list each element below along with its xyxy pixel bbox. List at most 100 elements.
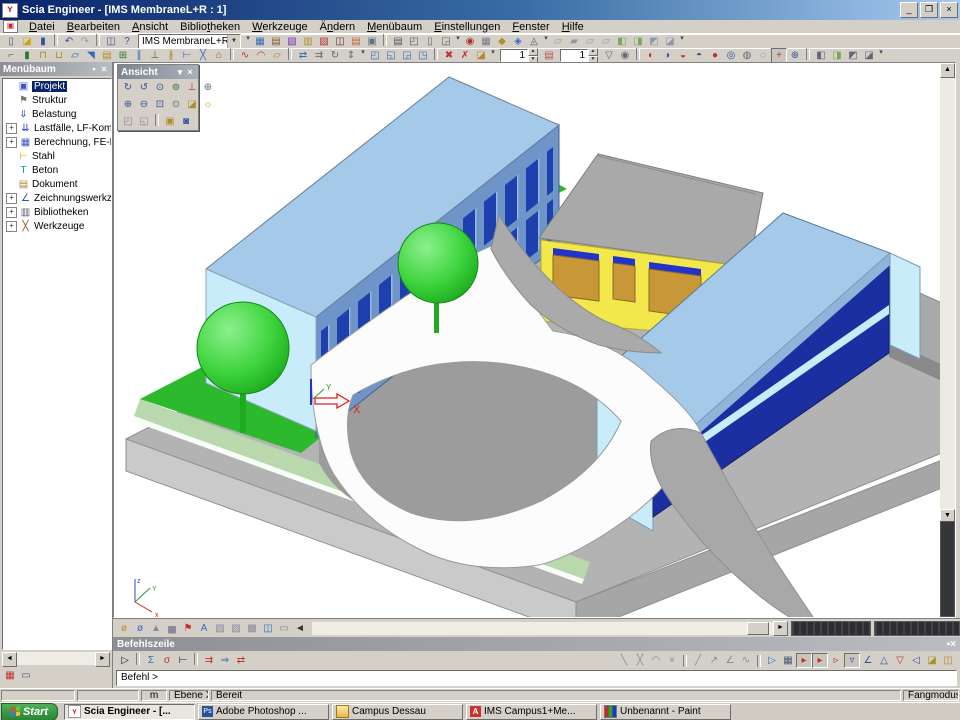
snap-perpendicular-icon[interactable]: ▽: [892, 653, 908, 668]
right-building-end-glass[interactable]: [890, 253, 920, 359]
fast-adjust-2-icon[interactable]: ø: [132, 621, 148, 636]
snap-mid-icon[interactable]: ╱: [690, 653, 706, 668]
select-cursor-icon[interactable]: ▷: [117, 653, 133, 668]
rotate-view-icon[interactable]: ↻: [120, 80, 136, 95]
view-manager-icon[interactable]: ◩: [845, 48, 861, 63]
expand-icon[interactable]: +: [6, 193, 17, 204]
close-panel-icon[interactable]: ×: [99, 64, 109, 74]
close-palette-icon[interactable]: ×: [185, 67, 195, 77]
minimize-button[interactable]: _: [900, 2, 918, 18]
command-input[interactable]: Befehl >: [116, 670, 957, 686]
scroll-up-icon[interactable]: ▲: [940, 63, 955, 78]
collapse-toolbar-icon[interactable]: ◄: [292, 621, 308, 636]
snap-endpoint-icon[interactable]: ▸: [796, 653, 812, 668]
close-panel-icon[interactable]: ×: [950, 639, 956, 650]
document-window-icon[interactable]: ▣: [3, 20, 18, 33]
snap-end-icon[interactable]: ↗: [706, 653, 722, 668]
opening-icon[interactable]: ⊞: [115, 48, 131, 63]
surface-mode-icon[interactable]: ▨: [228, 621, 244, 636]
taskbar-button-paint[interactable]: Unbenannt - Paint: [600, 704, 731, 720]
snap-save-icon[interactable]: ◫: [940, 653, 956, 668]
walk-mode-icon[interactable]: ⊥: [184, 80, 200, 95]
scroll-right-icon[interactable]: ►: [95, 652, 110, 667]
shrink-members-icon[interactable]: ▭: [276, 621, 292, 636]
menu-fenster[interactable]: Fenster: [506, 20, 555, 34]
restore-button[interactable]: ❐: [920, 2, 938, 18]
tree-item-beton[interactable]: TBeton: [3, 163, 111, 177]
graphics-viewport[interactable]: Y X z Y x ▲ ▼: [113, 62, 956, 618]
snap-curve-icon[interactable]: ∿: [738, 653, 754, 668]
menu-einstellungen[interactable]: Einstellungen: [428, 20, 506, 34]
taskbar-button-scia[interactable]: ʏScia Engineer - [...: [64, 704, 195, 720]
explode-icon[interactable]: ◱: [383, 48, 399, 63]
flag-icon[interactable]: ⚑: [180, 621, 196, 636]
tree-item-bibliotheken[interactable]: +▥Bibliotheken: [3, 205, 111, 219]
tree-item-lastf-lle-lf-kombination[interactable]: +⇊Lastfälle, LF-Kombination: [3, 121, 111, 135]
tree-item-struktur[interactable]: ⚑Struktur: [3, 93, 111, 107]
taskbar-button-folder[interactable]: Campus Dessau: [332, 704, 463, 720]
support-icon[interactable]: ⊥: [147, 48, 163, 63]
refresh-view-icon[interactable]: ◫: [260, 621, 276, 636]
collapse-icon[interactable]: ▾: [175, 67, 185, 78]
snap-orthogonal-icon[interactable]: ▿: [844, 653, 860, 668]
panel-scrollbar[interactable]: ◄ ►: [2, 652, 110, 665]
view-control-box-2[interactable]: [874, 621, 960, 636]
polyline-icon[interactable]: ∿: [237, 48, 253, 63]
named-view-icon[interactable]: ◨: [829, 48, 845, 63]
combo-dropdown-icon[interactable]: ▼: [227, 35, 240, 48]
expand-icon[interactable]: +: [6, 137, 17, 148]
orbit-icon[interactable]: ↺: [136, 80, 152, 95]
print-view-icon[interactable]: ◰: [120, 114, 136, 129]
menu-hilfe[interactable]: Hilfe: [556, 20, 590, 34]
crosshair-icon[interactable]: ⊕: [787, 48, 803, 63]
node-icon[interactable]: ∥: [131, 48, 147, 63]
tree-item-werkzeuge[interactable]: +╳Werkzeuge: [3, 219, 111, 233]
menu-bearbeiten[interactable]: Bearbeiten: [61, 20, 126, 34]
new-folder-icon[interactable]: ◪: [473, 48, 489, 63]
panel-icon[interactable]: ▤: [99, 48, 115, 63]
menu-werkzeuge[interactable]: Werkzeuge: [246, 20, 313, 34]
copy-view-icon[interactable]: ◱: [136, 114, 152, 129]
snap-open-icon[interactable]: ◪: [924, 653, 940, 668]
snap-intersection-icon[interactable]: ▹: [828, 653, 844, 668]
title-bar[interactable]: ʏ Scia Engineer - [IMS MembraneL+R : 1] …: [0, 0, 960, 20]
spin-view-icon[interactable]: ⊙: [152, 80, 168, 95]
zoom-out-icon[interactable]: ⊖: [136, 97, 152, 112]
plate-icon[interactable]: ▱: [67, 48, 83, 63]
tree-item-projekt[interactable]: ▣Projekt: [3, 79, 111, 93]
cross-link-icon[interactable]: ╳: [195, 48, 211, 63]
color-window-icon[interactable]: ▣: [162, 114, 178, 129]
tree-item-belastung[interactable]: ⇓Belastung: [3, 107, 111, 121]
zoom-realtime-icon[interactable]: ⊕: [200, 80, 216, 95]
sum-icon[interactable]: Σ: [143, 653, 159, 668]
taskbar-button-pdf[interactable]: AIMS Campus1+Me...: [466, 704, 597, 720]
regenerate-icon[interactable]: ◳: [415, 48, 431, 63]
snap-angle-icon[interactable]: ∠: [860, 653, 876, 668]
menu-bibliotheken[interactable]: Bibliotheken: [174, 20, 246, 34]
check-structure-icon[interactable]: ◲: [399, 48, 415, 63]
connect-members-icon[interactable]: ◰: [367, 48, 383, 63]
volumes-mode-icon[interactable]: ▩: [244, 621, 260, 636]
scrollbar-thumb[interactable]: [747, 622, 769, 635]
befehlszeile-header[interactable]: Befehlszeile ▪ ×: [113, 637, 960, 651]
look-at-icon[interactable]: ⊚: [168, 80, 184, 95]
menubaum-header[interactable]: Menübaum ▪ ×: [0, 62, 112, 76]
taskbar-button-ps[interactable]: PsAdobe Photoshop ...: [198, 704, 329, 720]
column-icon[interactable]: ▮: [19, 48, 35, 63]
rotate-icon[interactable]: ↻: [327, 48, 343, 63]
tent-surface-icon[interactable]: ⌂: [211, 48, 227, 63]
snap-length-icon[interactable]: △: [876, 653, 892, 668]
tree-item-berechnung-fe-netz[interactable]: +▦Berechnung, FE-Netz: [3, 135, 111, 149]
delete-icon[interactable]: ✖: [441, 48, 457, 63]
perpendicular-icon[interactable]: ⊢: [175, 653, 191, 668]
arc-icon[interactable]: ◠: [253, 48, 269, 63]
coord-polar-icon[interactable]: ⇄: [233, 653, 249, 668]
region-icon[interactable]: ▱: [269, 48, 285, 63]
fast-adjust-icon[interactable]: ø: [116, 621, 132, 636]
tree-item-zeichnungswerkzeuge[interactable]: +∠Zeichnungswerkzeuge: [3, 191, 111, 205]
visibility-icon[interactable]: ◉: [617, 48, 633, 63]
expand-icon[interactable]: +: [6, 221, 17, 232]
tree-item-dokument[interactable]: ▤Dokument: [3, 177, 111, 191]
menu-ndern[interactable]: Ändern: [314, 20, 362, 34]
snap-grid-icon[interactable]: ▦: [780, 653, 796, 668]
